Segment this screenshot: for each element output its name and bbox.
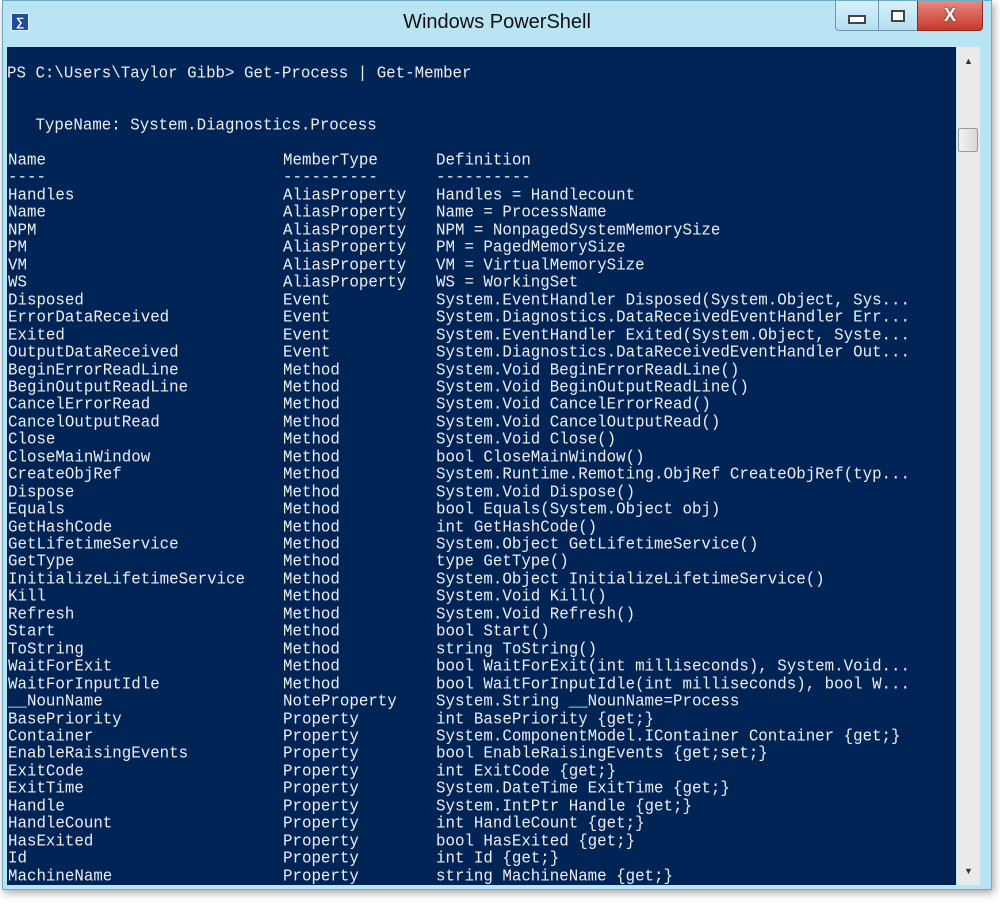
member-type: NoteProperty (283, 691, 397, 711)
member-type: Method (283, 551, 340, 572)
minimize-icon (848, 15, 866, 24)
title-bar[interactable]: ∑ Windows PowerShell X (3, 1, 991, 47)
member-name: __NounName (8, 691, 103, 711)
close-icon: X (943, 5, 956, 25)
member-name: Name (8, 202, 46, 223)
member-definition: int Id {get;} (436, 848, 560, 868)
member-type: Method (283, 621, 340, 641)
member-definition: Name = ProcessName (436, 202, 607, 223)
member-type: Method (283, 429, 340, 450)
member-type: Event (283, 307, 331, 327)
member-definition: bool Equals(System.Object obj) (436, 499, 721, 519)
member-name: EnableRaisingEvents (8, 743, 189, 764)
member-name: CreateObjRef (8, 464, 122, 484)
member-definition: int HandleCount {get;} (436, 813, 645, 833)
member-definition: System.Void CancelErrorRead() (436, 394, 711, 415)
member-name: ErrorDataReceived (8, 307, 170, 327)
maximize-icon (891, 9, 905, 22)
scroll-up-arrow-icon[interactable]: ▲ (957, 51, 980, 71)
member-type: Property (283, 848, 359, 868)
maximize-button[interactable] (878, 1, 918, 31)
console-output[interactable]: PS C:\Users\Taylor Gibb> Get-Process | G… (7, 47, 956, 885)
member-name: HandleCount (8, 813, 113, 833)
member-name: Close (8, 429, 56, 450)
member-type: AliasProperty (283, 272, 407, 292)
underline-name: ---- (8, 167, 46, 187)
header-underline-row: ---- ---------- ---------- (7, 167, 531, 187)
underline-membertype: ---------- (283, 167, 378, 187)
member-name: GetType (8, 551, 75, 572)
member-definition: System.Diagnostics.DataReceivedEventHand… (436, 342, 910, 362)
prompt-line: PS C:\Users\Taylor Gibb> Get-Process | G… (7, 63, 472, 83)
member-name: Id (8, 848, 27, 868)
member-name: MachineName (8, 865, 113, 885)
scroll-down-arrow-icon[interactable]: ▼ (957, 861, 980, 881)
member-definition: System.Void Close() (436, 429, 617, 450)
close-button[interactable]: X (917, 1, 983, 31)
member-type: Property (283, 743, 359, 764)
member-type: AliasProperty (283, 237, 407, 258)
member-name: WS (8, 272, 27, 292)
member-name: ExitTime (8, 778, 84, 799)
member-definition: System.String __NounName=Process (436, 691, 740, 711)
member-type: Method (283, 464, 340, 484)
underline-definition: ---------- (436, 167, 531, 187)
vertical-scrollbar[interactable]: ▲ ▼ (957, 47, 980, 885)
typename-line: TypeName: System.Diagnostics.Process (7, 115, 377, 135)
member-name: Equals (8, 499, 65, 519)
minimize-button[interactable] (835, 1, 879, 31)
member-type: Method (283, 586, 340, 607)
member-name: CancelErrorRead (8, 394, 151, 415)
member-type: Method (283, 499, 340, 519)
member-name: WaitForExit (8, 656, 113, 676)
member-type: Method (283, 656, 340, 676)
member-type: Property (283, 778, 359, 799)
member-definition: System.Runtime.Remoting.ObjRef CreateObj… (436, 464, 910, 484)
member-type: AliasProperty (283, 202, 407, 223)
member-definition: type GetType() (436, 551, 569, 572)
member-type: Property (283, 813, 359, 833)
member-type: Event (283, 342, 331, 362)
member-definition: bool Start() (436, 621, 550, 641)
member-name: PM (8, 237, 27, 258)
member-definition: System.Void Kill() (436, 586, 607, 607)
member-definition: string MachineName {get;} (436, 865, 673, 885)
member-name: Kill (8, 586, 46, 607)
member-definition: PM = PagedMemorySize (436, 237, 626, 258)
member-definition: System.DateTime ExitTime {get;} (436, 778, 730, 799)
member-definition: bool EnableRaisingEvents {get;set;} (436, 743, 768, 764)
member-name: OutputDataReceived (8, 342, 179, 362)
scrollbar-thumb[interactable] (958, 128, 978, 152)
member-type: Property (283, 865, 359, 885)
member-name: Start (8, 621, 56, 641)
member-definition: bool WaitForExit(int milliseconds), Syst… (436, 656, 910, 676)
member-type: Method (283, 394, 340, 415)
member-definition: System.Diagnostics.DataReceivedEventHand… (436, 307, 910, 327)
member-definition: WS = WorkingSet (436, 272, 579, 292)
